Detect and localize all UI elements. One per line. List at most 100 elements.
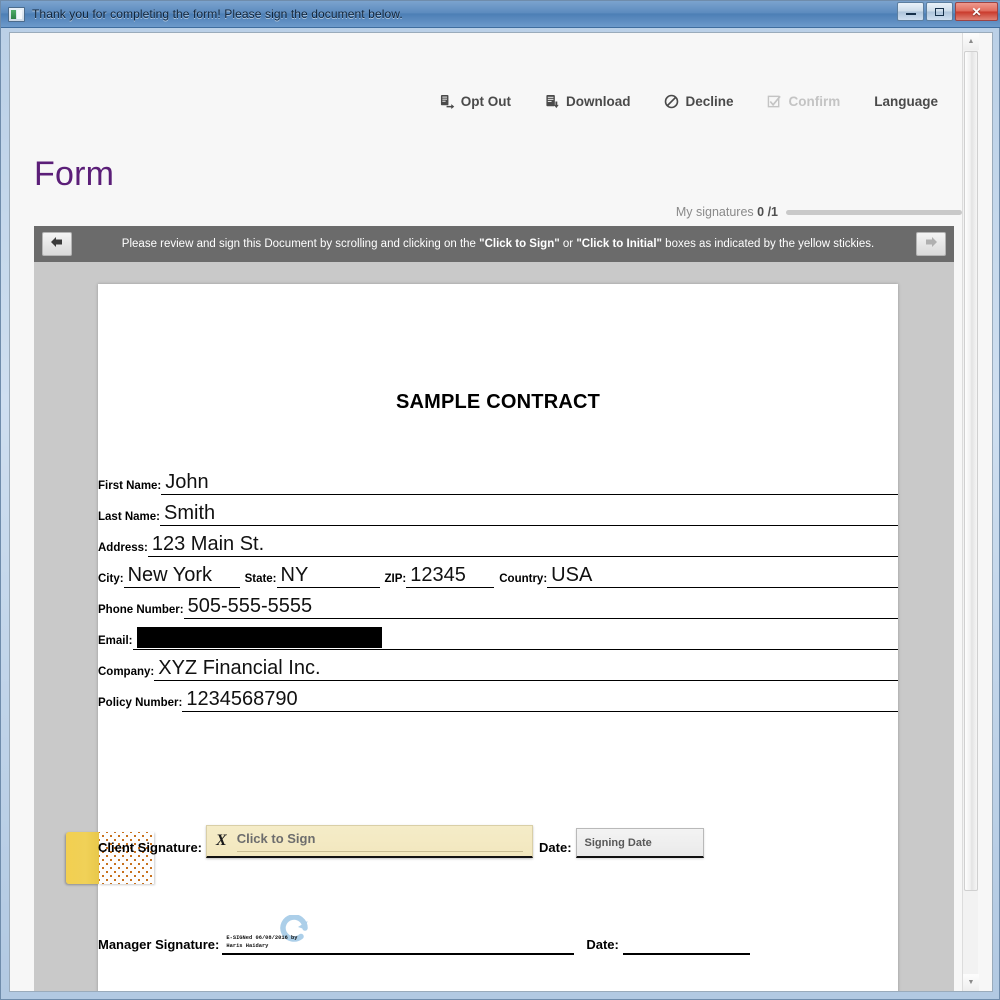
field-row-city-state-zip-country: City: New York State: NY ZIP: 12345 Coun…	[98, 557, 898, 588]
window-title: Thank you for completing the form! Pleas…	[32, 7, 403, 21]
first-name-label: First Name:	[98, 479, 162, 492]
next-page-button[interactable]	[916, 232, 946, 256]
sticky-note-tab	[66, 832, 99, 884]
confirm-button[interactable]: Confirm	[767, 94, 840, 109]
click-to-sign-label: Click to Sign	[236, 831, 524, 852]
decline-label: Decline	[685, 93, 734, 109]
decline-icon	[664, 94, 679, 109]
click-to-initial-quote: "Click to Initial"	[576, 238, 662, 250]
manager-date-line[interactable]	[622, 933, 750, 955]
field-row-email: Email:	[98, 619, 898, 650]
vertical-scrollbar[interactable]: ▲ ▼	[962, 33, 979, 991]
email-input[interactable]	[132, 627, 898, 650]
esign-stamp-line-2: Haris Haidary	[226, 942, 269, 949]
click-to-sign-quote: "Click to Sign"	[479, 238, 560, 250]
document-action-toolbar: Opt Out Download Decline Confirm Languag…	[10, 81, 978, 121]
country-value: USA	[551, 564, 593, 586]
client-signature-label: Client Signature:	[98, 840, 203, 855]
arrow-left-icon	[49, 235, 65, 254]
policy-number-input[interactable]: 1234568790	[182, 689, 898, 712]
email-redaction-bar	[136, 627, 382, 648]
maximize-icon	[935, 7, 944, 16]
title-bar[interactable]: Thank you for completing the form! Pleas…	[1, 1, 1000, 28]
client-area: Opt Out Download Decline Confirm Languag…	[9, 32, 993, 992]
address-label: Address:	[98, 541, 148, 554]
scroll-up-icon[interactable]: ▲	[963, 33, 979, 50]
last-name-label: Last Name:	[98, 510, 160, 523]
signing-date-placeholder: Signing Date	[584, 836, 652, 849]
field-row-policy-number: Policy Number: 1234568790	[98, 681, 898, 712]
signature-x-mark-icon: X	[216, 832, 227, 849]
client-signature-row: Client Signature: X Click to Sign Date: …	[98, 825, 898, 858]
city-input[interactable]: New York	[123, 564, 240, 588]
minimize-icon	[905, 13, 916, 15]
company-input[interactable]: XYZ Financial Inc.	[154, 658, 898, 681]
minimize-button[interactable]	[897, 2, 924, 21]
download-label: Download	[565, 93, 631, 109]
opt-out-label: Opt Out	[460, 93, 511, 109]
policy-number-label: Policy Number:	[98, 696, 183, 709]
instruction-text-3: boxes as indicated by the yellow stickie…	[661, 238, 875, 250]
field-row-company: Company: XYZ Financial Inc.	[98, 650, 898, 681]
zip-label: ZIP:	[384, 572, 407, 585]
click-to-sign-button[interactable]: X Click to Sign	[206, 825, 534, 858]
city-value: New York	[127, 564, 213, 586]
last-name-value: Smith	[164, 502, 216, 524]
close-button[interactable]: ✕	[955, 2, 998, 21]
download-icon	[545, 94, 560, 109]
country-label: Country:	[499, 572, 548, 585]
phone-number-value: 505-555-5555	[187, 595, 313, 617]
state-input[interactable]: NY	[276, 564, 380, 588]
application-window: Thank you for completing the form! Pleas…	[0, 0, 1000, 1000]
app-window-icon	[8, 6, 25, 22]
decline-button[interactable]: Decline	[664, 94, 733, 109]
close-icon: ✕	[971, 4, 982, 19]
field-row-first-name: First Name: John	[98, 464, 898, 495]
manager-signature-line: E-SIGNed 06/08/2016 by Haris Haidary	[222, 914, 575, 955]
zip-input[interactable]: 12345	[406, 564, 495, 588]
last-name-input[interactable]: Smith	[160, 503, 898, 526]
signature-progress-label: My signatures 0 /1	[676, 205, 778, 219]
scroll-thumb[interactable]	[964, 51, 978, 891]
previous-page-button[interactable]	[42, 232, 72, 256]
instruction-text-1: Please review and sign this Document by …	[121, 238, 480, 250]
phone-number-label: Phone Number:	[98, 603, 184, 616]
field-row-last-name: Last Name: Smith	[98, 495, 898, 526]
manager-date-label: Date:	[586, 937, 619, 952]
my-signatures-text: My signatures	[675, 205, 754, 219]
company-value: XYZ Financial Inc.	[158, 657, 321, 679]
maximize-button[interactable]	[926, 2, 953, 21]
city-label: City:	[98, 572, 124, 585]
zip-value: 12345	[410, 564, 466, 586]
esign-stamp-text: E-SIGNed 06/08/2016 by Haris Haidary	[226, 935, 297, 950]
opt-out-button[interactable]: Opt Out	[440, 94, 511, 109]
phone-number-input[interactable]: 505-555-5555	[183, 595, 898, 619]
company-label: Company:	[98, 665, 155, 678]
country-input[interactable]: USA	[547, 565, 898, 588]
email-label: Email:	[98, 634, 133, 647]
confirm-icon	[767, 94, 782, 109]
document-viewport[interactable]: SAMPLE CONTRACT First Name: John Last Na…	[34, 262, 954, 991]
manager-signature-row: Manager Signature: E-SIGNed 06/08/2016 b…	[98, 914, 898, 955]
download-button[interactable]: Download	[545, 93, 631, 109]
field-row-address: Address: 123 Main St.	[98, 526, 898, 557]
page-content: Opt Out Download Decline Confirm Languag…	[10, 33, 979, 991]
first-name-input[interactable]: John	[161, 472, 898, 495]
language-button[interactable]: Language	[874, 94, 938, 109]
address-input[interactable]: 123 Main St.	[147, 533, 898, 557]
instruction-text: Please review and sign this Document by …	[80, 238, 916, 250]
state-value: NY	[280, 564, 309, 586]
signature-progress: My signatures 0 /1	[676, 205, 962, 219]
instruction-bar: Please review and sign this Document by …	[34, 226, 954, 262]
esign-stamp-line-1: E-SIGNed 06/08/2016 by	[226, 935, 298, 942]
document-page: SAMPLE CONTRACT First Name: John Last Na…	[66, 284, 898, 991]
signature-progress-bar	[786, 209, 962, 215]
scroll-down-icon[interactable]: ▼	[963, 974, 979, 991]
state-label: State:	[244, 572, 277, 585]
signing-date-field[interactable]: Signing Date	[575, 828, 704, 858]
policy-number-value: 1234568790	[186, 688, 298, 710]
address-value: 123 Main St.	[151, 533, 265, 555]
arrow-right-icon	[923, 235, 939, 254]
language-label: Language	[874, 93, 938, 109]
signature-total-count: /1	[764, 205, 778, 219]
